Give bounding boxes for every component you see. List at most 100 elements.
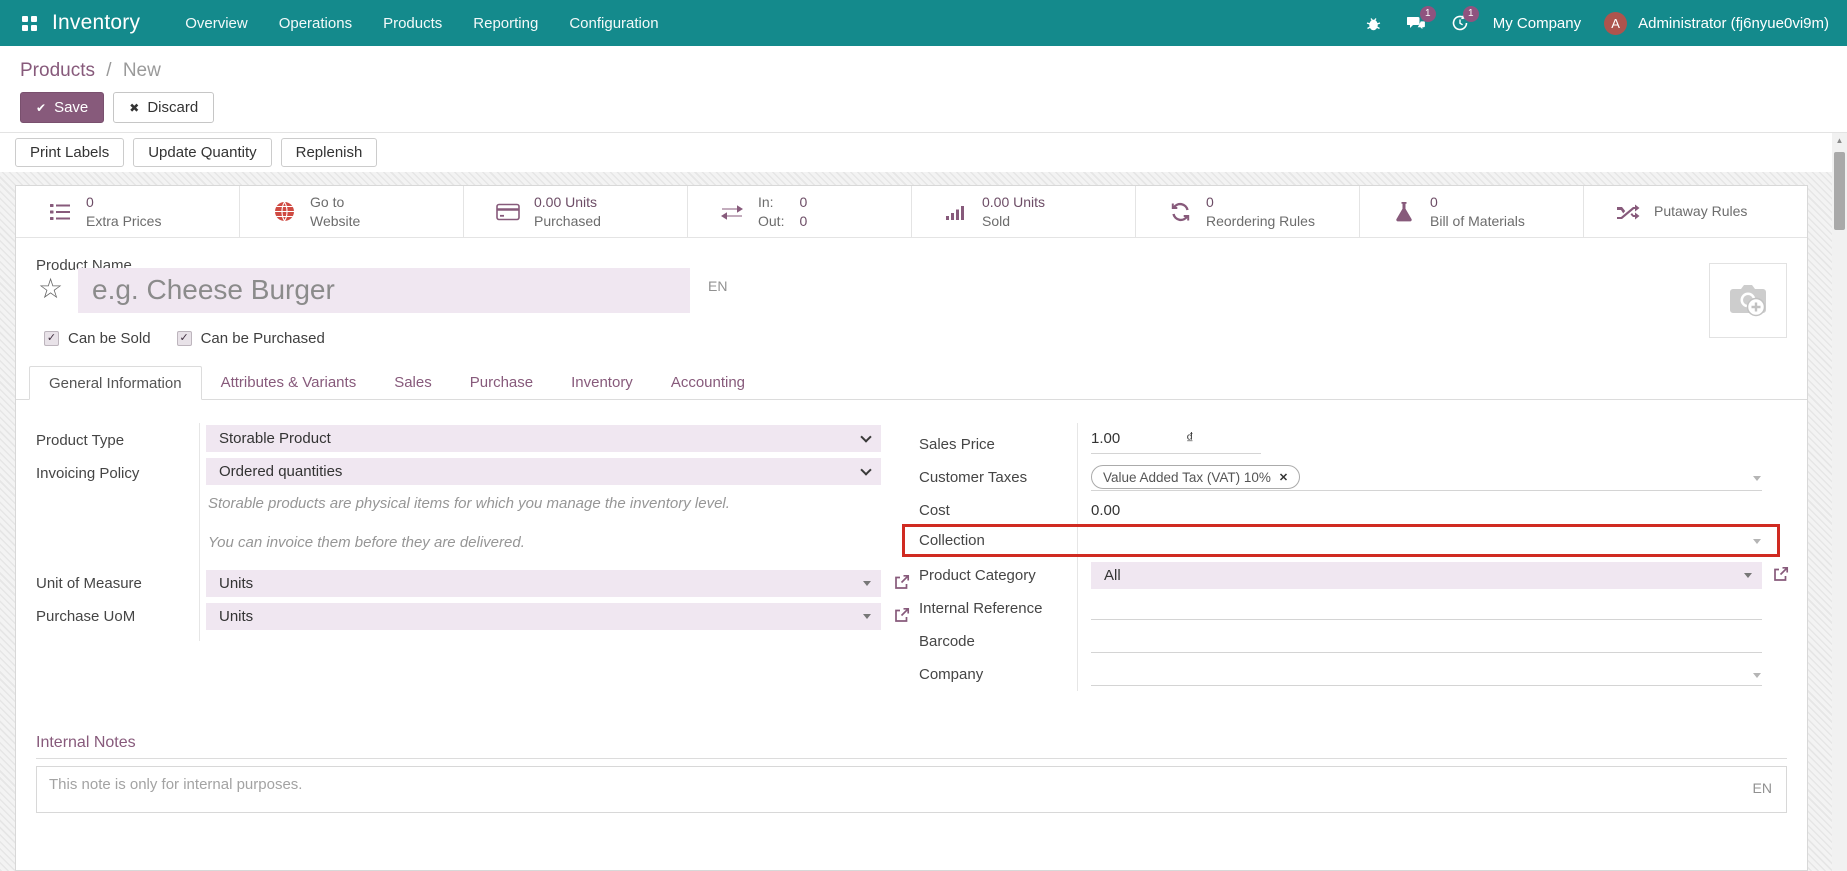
menu-operations[interactable]: Operations — [279, 15, 352, 32]
odoo-inventory-app: Inventory Overview Operations Products R… — [0, 0, 1847, 871]
activities-badge: 1 — [1463, 6, 1479, 22]
transfer-arrows-icon — [718, 203, 746, 221]
favorite-star-icon[interactable]: ☆ — [38, 272, 63, 305]
tab-attributes-variants[interactable]: Attributes & Variants — [202, 366, 376, 399]
replenish-button[interactable]: Replenish — [281, 138, 378, 167]
left-group-separator — [199, 423, 200, 641]
tab-accounting[interactable]: Accounting — [652, 366, 764, 399]
putaway-rules-button[interactable]: Putaway Rules — [1584, 186, 1807, 237]
collection-highlight-box — [902, 524, 1780, 557]
in-count: 0 — [799, 193, 807, 211]
uom-external-link-icon[interactable] — [893, 574, 910, 596]
uom-label: Unit of Measure — [36, 575, 142, 592]
storable-help-text: Storable products are physical items for… — [208, 495, 730, 512]
barcode-input[interactable] — [1091, 629, 1762, 653]
forecast-in-out-button[interactable]: In: 0 Out: 0 — [688, 186, 912, 237]
sold-units: 0.00 Units — [982, 193, 1045, 211]
caret-down-icon[interactable] — [1753, 673, 1761, 678]
breadcrumb-products[interactable]: Products — [20, 60, 95, 81]
internal-notes-divider — [36, 758, 1787, 759]
sales-price-input[interactable]: 1.00 ₫ — [1091, 430, 1261, 454]
user-menu[interactable]: Administrator (fj6nyue0vi9m) — [1638, 15, 1829, 32]
refresh-icon — [1166, 202, 1194, 222]
internal-notes-placeholder: This note is only for internal purposes. — [37, 767, 1786, 802]
messages-icon[interactable]: 1 — [1407, 13, 1427, 33]
extra-prices-count: 0 — [86, 193, 161, 211]
bill-of-materials-button[interactable]: 0 Bill of Materials — [1360, 186, 1584, 237]
update-quantity-button[interactable]: Update Quantity — [133, 138, 271, 167]
shuffle-icon — [1614, 203, 1642, 221]
product-name-input[interactable]: e.g. Cheese Burger — [78, 268, 690, 313]
notebook-tabs: General Information Attributes & Variant… — [16, 366, 1807, 400]
bug-icon[interactable] — [1364, 13, 1384, 33]
checkbox-check-icon: ✓ — [44, 331, 59, 346]
company-field[interactable] — [1091, 662, 1762, 686]
purchased-button[interactable]: 0.00 Units Purchased — [464, 186, 688, 237]
scrollbar-thumb[interactable] — [1834, 152, 1845, 230]
cost-input[interactable]: 0.00 — [1091, 502, 1120, 519]
tab-purchase[interactable]: Purchase — [451, 366, 552, 399]
reordering-rules-count: 0 — [1206, 193, 1315, 211]
activities-icon[interactable]: 1 — [1450, 13, 1470, 33]
main-menu: Overview Operations Products Reporting C… — [185, 15, 658, 32]
purchase-uom-label: Purchase UoM — [36, 608, 135, 625]
internal-reference-input[interactable] — [1091, 596, 1762, 620]
product-type-select[interactable]: Storable Product — [206, 425, 881, 452]
avatar[interactable]: A — [1604, 12, 1627, 35]
chevron-down-icon — [860, 431, 871, 442]
breadcrumb: Products / New — [20, 60, 161, 82]
sold-button[interactable]: 0.00 Units Sold — [912, 186, 1136, 237]
go-to-website-button[interactable]: Go to Website — [240, 186, 464, 237]
menu-products[interactable]: Products — [383, 15, 442, 32]
can-be-sold-checkbox[interactable]: ✓ Can be Sold — [44, 330, 151, 347]
invoicing-policy-label: Invoicing Policy — [36, 465, 139, 482]
product-category-external-link-icon[interactable] — [1772, 566, 1789, 588]
caret-down-icon — [863, 581, 871, 586]
menu-configuration[interactable]: Configuration — [569, 15, 658, 32]
remove-tag-icon[interactable]: ✕ — [1279, 471, 1288, 484]
apps-menu-icon[interactable] — [22, 16, 37, 31]
currency-symbol: ₫ — [1186, 430, 1194, 447]
notes-lang-badge[interactable]: EN — [1753, 780, 1772, 796]
discard-button[interactable]: ✖ Discard — [113, 92, 214, 123]
caret-down-icon — [1744, 573, 1752, 578]
scrollbar-up-arrow[interactable]: ▲ — [1832, 133, 1847, 148]
caret-down-icon[interactable] — [1753, 539, 1761, 544]
caret-down-icon[interactable] — [1753, 476, 1761, 481]
form-action-buttons: ✔ Save ✖ Discard — [20, 92, 214, 123]
reordering-rules-button[interactable]: 0 Reordering Rules — [1136, 186, 1360, 237]
extra-prices-button[interactable]: 0 Extra Prices — [16, 186, 240, 237]
company-switcher[interactable]: My Company — [1493, 15, 1581, 32]
product-type-label: Product Type — [36, 432, 124, 449]
product-category-field[interactable]: All — [1091, 562, 1762, 589]
check-icon: ✔ — [36, 101, 46, 115]
menu-reporting[interactable]: Reporting — [473, 15, 538, 32]
sale-purchase-checkboxes: ✓ Can be Sold ✓ Can be Purchased — [44, 330, 325, 347]
app-title[interactable]: Inventory — [52, 11, 140, 35]
tab-sales[interactable]: Sales — [375, 366, 451, 399]
tab-inventory[interactable]: Inventory — [552, 366, 652, 399]
product-name-lang-badge[interactable]: EN — [708, 278, 727, 294]
invoicing-policy-select[interactable]: Ordered quantities — [206, 458, 881, 485]
close-icon: ✖ — [129, 101, 139, 115]
product-image-upload[interactable] — [1709, 263, 1787, 338]
menu-overview[interactable]: Overview — [185, 15, 248, 32]
vertical-scrollbar[interactable]: ▲ — [1832, 133, 1847, 871]
uom-field[interactable]: Units — [206, 570, 881, 597]
purchase-uom-field[interactable]: Units — [206, 603, 881, 630]
invoice-help-text: You can invoice them before they are del… — [208, 534, 525, 551]
navbar-right: 1 1 My Company A Administrator (fj6nyue0… — [1364, 12, 1829, 35]
can-be-purchased-checkbox[interactable]: ✓ Can be Purchased — [177, 330, 325, 347]
globe-icon — [270, 201, 298, 222]
company-label: Company — [919, 666, 983, 683]
purchase-uom-external-link-icon[interactable] — [893, 607, 910, 629]
vat-tax-tag[interactable]: Value Added Tax (VAT) 10% ✕ — [1091, 465, 1300, 489]
tab-general-information[interactable]: General Information — [29, 366, 202, 400]
camera-add-icon — [1725, 281, 1771, 321]
breadcrumb-separator: / — [106, 60, 111, 81]
signal-bars-icon — [942, 203, 970, 221]
save-button[interactable]: ✔ Save — [20, 92, 104, 123]
print-labels-button[interactable]: Print Labels — [15, 138, 124, 167]
checkbox-check-icon: ✓ — [177, 331, 192, 346]
internal-notes-textarea[interactable]: This note is only for internal purposes.… — [36, 766, 1787, 813]
